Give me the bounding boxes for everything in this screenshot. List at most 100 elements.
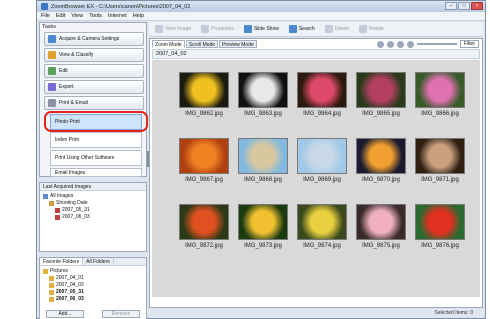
folder-icon [49, 283, 54, 288]
task-label: Export [59, 84, 74, 90]
close-button[interactable]: × [471, 2, 483, 10]
thumbnail[interactable]: IMG_9870.jpg [355, 138, 407, 183]
thumbnail[interactable]: IMG_9867.jpg [178, 138, 230, 183]
browser-area: Zoom Mode Scroll Mode Preview Mode Filte… [149, 38, 483, 308]
fav-label: 2007_05_31 [56, 289, 84, 295]
index-print-label: Index Print [55, 137, 79, 143]
tree-date-2[interactable]: 2007_06_03 [43, 214, 143, 221]
thumbnail-grid: IMG_9862.jpg IMG_9863.jpg IMG_9864.jpg IMG_… [152, 60, 480, 297]
fav-folder[interactable]: 2007_06_03 [43, 296, 143, 303]
thumbnail-filename: IMG_9869.jpg [303, 177, 341, 183]
thumbnail-filename: IMG_9874.jpg [303, 243, 341, 249]
minimize-button[interactable]: – [445, 2, 457, 10]
print-other-software-label: Print Using Other Software [55, 155, 115, 161]
toolbar-label: Properties [211, 26, 234, 32]
task-label: Edit [59, 68, 68, 74]
left-pane: Tasks Acquire & Camera Settings View & C… [39, 22, 148, 319]
properties-button[interactable]: Properties [201, 25, 234, 33]
thumbnail[interactable]: IMG_9862.jpg [178, 72, 230, 117]
thumbnail[interactable]: IMG_9865.jpg [355, 72, 407, 117]
thumbnail-filename: IMG_9872.jpg [185, 243, 223, 249]
thumbnail-image [238, 204, 288, 240]
edit-icon [48, 67, 56, 75]
maximize-button[interactable]: □ [458, 2, 470, 10]
folder-icon [49, 276, 54, 281]
thumbnail-filename: IMG_9865.jpg [362, 111, 400, 117]
print-email-button[interactable]: Print & Email [44, 96, 144, 110]
thumbnail[interactable]: IMG_9873.jpg [237, 204, 289, 249]
sort-icon[interactable] [396, 40, 404, 48]
menu-internet[interactable]: Internet [108, 13, 127, 19]
remove-folder-button[interactable]: Remove [102, 310, 140, 318]
thumbnail-filename: IMG_9873.jpg [244, 243, 282, 249]
thumbnail-filename: IMG_9863.jpg [244, 111, 282, 117]
tree-all-images[interactable]: All Images [43, 193, 143, 200]
email-images-button[interactable]: Email Images [50, 168, 142, 177]
thumbnail[interactable]: IMG_9872.jpg [178, 204, 230, 249]
thumbnail-filename: IMG_9870.jpg [362, 177, 400, 183]
filter-button[interactable]: Filter [459, 40, 479, 48]
thumbnail-filename: IMG_9864.jpg [303, 111, 341, 117]
calendar-icon [49, 201, 54, 206]
menu-view[interactable]: View [71, 13, 83, 19]
acquire-camera-settings-button[interactable]: Acquire & Camera Settings [44, 32, 144, 46]
email-images-label: Email Images [55, 169, 86, 176]
task-label: View & Classify [59, 52, 94, 58]
fav-folder[interactable]: 2007_05_31 [43, 289, 143, 296]
export-button[interactable]: Export [44, 80, 144, 94]
photo-print-button[interactable]: Photo Print [50, 114, 142, 130]
tasks-header: Tasks [42, 24, 57, 30]
tab-all-folders[interactable]: All Folders [83, 258, 114, 265]
fav-label: 2007_04_01 [56, 275, 84, 281]
tab-favorite-folders[interactable]: Favorite Folders [40, 258, 84, 265]
search-button[interactable]: Search [288, 25, 315, 33]
slide-show-button[interactable]: Slide Show [243, 25, 279, 33]
thumbnail[interactable]: IMG_9875.jpg [355, 204, 407, 249]
thumbnail-image [297, 138, 347, 174]
index-print-button[interactable]: Index Print [50, 132, 142, 148]
rotate-button[interactable]: Rotate [359, 25, 384, 33]
menu-edit[interactable]: Edit [56, 13, 65, 19]
back-icon[interactable] [376, 40, 384, 48]
thumbnail[interactable]: IMG_9868.jpg [237, 138, 289, 183]
view-image-button[interactable]: View Image [155, 25, 191, 33]
fav-folder[interactable]: 2007_04_01 [43, 275, 143, 282]
tab-preview-mode[interactable]: Preview Mode [219, 40, 257, 48]
delete-icon [324, 25, 333, 33]
thumbnail[interactable]: IMG_9874.jpg [296, 204, 348, 249]
fav-folder[interactable]: Pictures [43, 268, 143, 275]
tree-date-1[interactable]: 2007_05_31 [43, 207, 143, 214]
info-icon[interactable] [406, 40, 414, 48]
fav-label: 2007_06_03 [56, 296, 84, 302]
thumbnail-filename: IMG_9868.jpg [244, 177, 282, 183]
tab-scroll-mode[interactable]: Scroll Mode [185, 40, 219, 48]
view-classify-button[interactable]: View & Classify [44, 48, 144, 62]
tab-zoom-mode[interactable]: Zoom Mode [152, 40, 185, 48]
thumbnail[interactable]: IMG_9863.jpg [237, 72, 289, 117]
menu-file[interactable]: File [41, 13, 50, 19]
folder-icon [43, 269, 48, 274]
thumbnail[interactable]: IMG_9866.jpg [414, 72, 466, 117]
print-other-software-button[interactable]: Print Using Other Software [50, 150, 142, 166]
toolbar: View Image Properties Slide Show Search … [149, 22, 483, 37]
tree-shooting-date[interactable]: Shooting Date [43, 200, 143, 207]
photo-print-label: Photo Print [55, 119, 80, 125]
thumbnail[interactable]: IMG_9864.jpg [296, 72, 348, 117]
edit-button[interactable]: Edit [44, 64, 144, 78]
thumbnail[interactable]: IMG_9876.jpg [414, 204, 466, 249]
thumbnail[interactable]: IMG_9871.jpg [414, 138, 466, 183]
thumbnail[interactable]: IMG_9869.jpg [296, 138, 348, 183]
menu-help[interactable]: Help [133, 13, 144, 19]
add-folder-button[interactable]: Add... [46, 310, 84, 318]
images-icon [43, 194, 48, 199]
forward-icon[interactable] [386, 40, 394, 48]
zoom-slider[interactable] [416, 43, 457, 45]
calendar-icon [55, 215, 60, 220]
favorites-panel: Favorite Folders All Folders Pictures 20… [39, 257, 147, 319]
delete-button[interactable]: Delete [324, 25, 350, 33]
toolbar-label: Delete [334, 26, 350, 32]
tree-label: All Images [50, 193, 74, 199]
fav-folder[interactable]: 2007_04_02 [43, 282, 143, 289]
menu-tools[interactable]: Tools [89, 13, 102, 19]
thumbnail-image [356, 138, 406, 174]
